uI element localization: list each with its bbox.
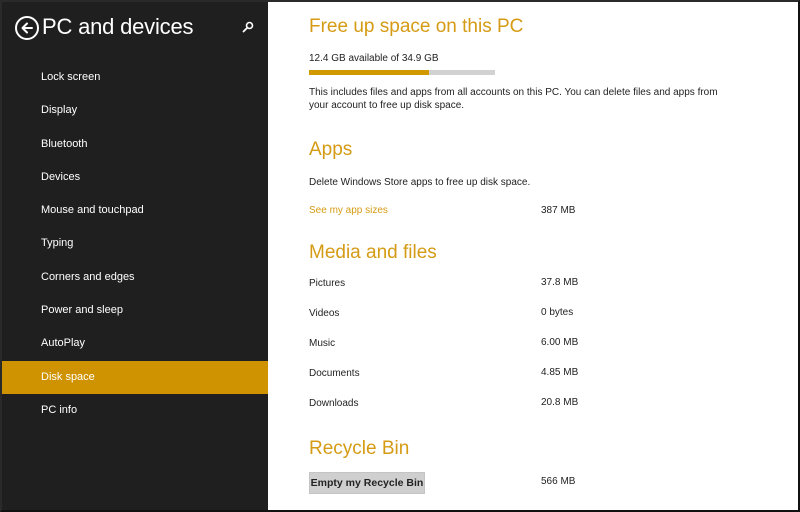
apps-size: 387 MB: [541, 205, 576, 216]
empty-recycle-bin-button[interactable]: Empty my Recycle Bin: [309, 472, 425, 494]
sidebar-item-mouse-and-touchpad[interactable]: Mouse and touchpad: [2, 194, 268, 227]
page-title: PC and devices: [42, 14, 194, 39]
search-button[interactable]: [242, 20, 258, 36]
section-title: Free up space on this PC: [309, 16, 524, 37]
search-icon: [242, 21, 254, 33]
storage-description-line2: your account to free up disk space.: [309, 100, 465, 111]
sidebar-item-autoplay[interactable]: AutoPlay: [2, 327, 268, 360]
apps-description: Delete Windows Store apps to free up dis…: [309, 177, 531, 188]
recycle-bin-heading: Recycle Bin: [309, 438, 410, 459]
sidebar-item-disk-space[interactable]: Disk space: [2, 360, 268, 394]
media-row-size: 6.00 MB: [541, 337, 579, 348]
sidebar-item-bluetooth[interactable]: Bluetooth: [2, 128, 268, 161]
back-button[interactable]: [15, 16, 39, 40]
see-app-sizes-link[interactable]: See my app sizes: [309, 205, 388, 216]
storage-summary: 12.4 GB available of 34.9 GB: [309, 53, 439, 64]
media-row-size: 37.8 MB: [541, 277, 579, 288]
media-row-label: Videos: [309, 308, 340, 319]
sidebar-item-corners-and-edges[interactable]: Corners and edges: [2, 261, 268, 294]
back-arrow-icon: [21, 22, 33, 34]
sidebar-header: PC and devices: [2, 2, 268, 58]
media-row-size: 0 bytes: [541, 307, 574, 318]
storage-description-line1: This includes files and apps from all ac…: [309, 87, 718, 98]
media-row-size: 20.8 MB: [541, 397, 579, 408]
sidebar: PC and devices Lock screen Display Bluet…: [2, 2, 268, 510]
media-row-label: Pictures: [309, 278, 346, 289]
settings-window: PC and devices Lock screen Display Bluet…: [0, 0, 800, 512]
media-row-label: Documents: [309, 368, 360, 379]
sidebar-item-lock-screen[interactable]: Lock screen: [2, 61, 268, 94]
sidebar-nav: Lock screen Display Bluetooth Devices Mo…: [2, 61, 268, 427]
media-row-size: 4.85 MB: [541, 367, 579, 378]
media-row-label: Music: [309, 338, 336, 349]
sidebar-item-pc-info[interactable]: PC info: [2, 394, 268, 427]
media-row-label: Downloads: [309, 398, 359, 409]
sidebar-item-devices[interactable]: Devices: [2, 161, 268, 194]
apps-heading: Apps: [309, 139, 353, 160]
sidebar-item-typing[interactable]: Typing: [2, 227, 268, 260]
main-content: Free up space on this PC 12.4 GB availab…: [268, 2, 798, 510]
sidebar-item-power-and-sleep[interactable]: Power and sleep: [2, 294, 268, 327]
storage-progress-fill: [309, 70, 429, 75]
media-heading: Media and files: [309, 242, 437, 263]
storage-progress-bar: [309, 70, 495, 75]
recycle-bin-size: 566 MB: [541, 476, 576, 487]
sidebar-item-display[interactable]: Display: [2, 94, 268, 127]
